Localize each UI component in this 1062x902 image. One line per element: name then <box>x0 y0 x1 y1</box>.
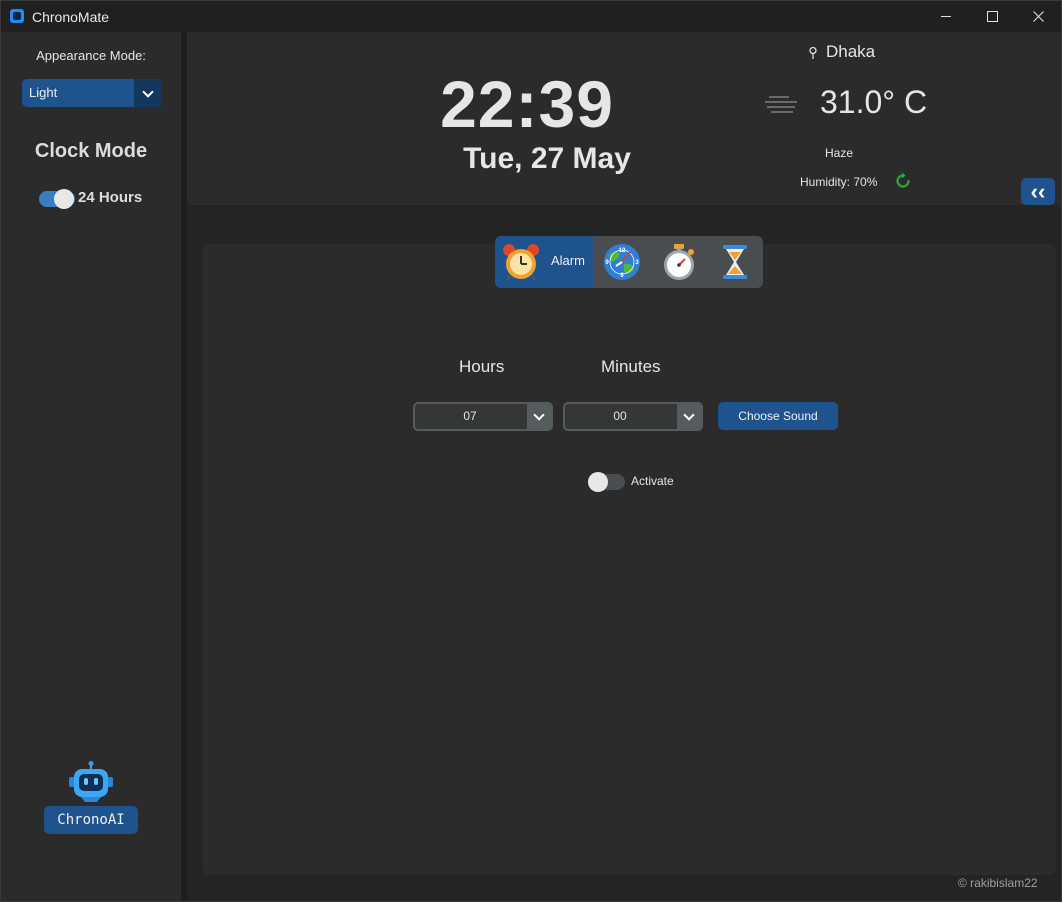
title-bar: ChronoMate <box>1 1 1061 32</box>
close-icon <box>1032 11 1044 22</box>
hours-select[interactable]: 07 <box>413 402 553 431</box>
minutes-select-value: 00 <box>613 409 627 423</box>
copyright-credit: © rakibislam22 <box>958 876 1038 890</box>
hours-label: Hours <box>459 357 505 376</box>
toggle-knob <box>588 472 608 492</box>
tab-alarm[interactable]: Alarm <box>495 236 593 288</box>
current-time: 22:39 <box>440 67 614 141</box>
alarm-panel: Alarm 12 6 9 3 Hours Minutes 07 00 Choos… <box>202 236 1056 875</box>
clock-mode-title: Clock Mode <box>34 140 148 162</box>
stopwatch-icon <box>664 244 694 280</box>
24-hours-label: 24 Hours <box>78 189 143 206</box>
clock-header: 22:39 Tue, 27 May Dhaka 31.0° C Haze Hum… <box>187 32 1061 205</box>
weather-temperature: 31.0° C <box>820 84 928 120</box>
minutes-select[interactable]: 00 <box>563 402 703 431</box>
haze-icon <box>765 96 797 113</box>
appearance-mode-dropdown[interactable]: Light <box>22 79 162 107</box>
chronoai-button[interactable]: ChronoAI <box>44 806 138 834</box>
window-title: ChronoMate <box>32 9 110 25</box>
minutes-label: Minutes <box>601 357 661 376</box>
sidebar: Appearance Mode: Light Clock Mode 24 Hou… <box>1 32 181 901</box>
weather-humidity: Humidity: 70% <box>800 175 878 189</box>
tab-timer[interactable] <box>707 236 763 288</box>
appearance-mode-label: Appearance Mode: <box>36 48 146 63</box>
activate-label: Activate <box>631 474 674 488</box>
current-date: Tue, 27 May <box>463 142 631 175</box>
chevron-down-icon[interactable] <box>134 79 162 107</box>
close-button[interactable] <box>1015 1 1061 32</box>
app-icon <box>10 9 24 23</box>
24-hours-toggle[interactable] <box>39 189 75 209</box>
tab-alarm-label: Alarm <box>551 253 585 268</box>
weather-city: Dhaka <box>826 42 876 61</box>
appearance-mode-value: Light <box>29 85 58 100</box>
mode-tabs: Alarm 12 6 9 3 <box>495 236 763 288</box>
weather-condition: Haze <box>824 146 853 160</box>
world-clock-icon: 12 6 9 3 <box>604 244 640 280</box>
refresh-icon[interactable] <box>894 172 912 190</box>
location-pin-icon <box>809 46 817 59</box>
choose-sound-button[interactable]: Choose Sound <box>718 402 838 430</box>
minimize-icon <box>941 16 951 17</box>
tab-stopwatch[interactable] <box>651 236 707 288</box>
app-window: ChronoMate Appearance Mode: Light Clock … <box>0 0 1062 902</box>
maximize-icon <box>986 11 998 22</box>
activate-alarm-toggle[interactable] <box>588 472 625 492</box>
chevron-down-icon[interactable] <box>527 404 551 429</box>
hourglass-icon <box>723 245 747 279</box>
tab-world-clock[interactable]: 12 6 9 3 <box>593 236 651 288</box>
robot-icon <box>69 761 113 802</box>
collapse-panel-button[interactable]: ‹‹ <box>1021 178 1055 205</box>
hours-select-value: 07 <box>463 409 477 423</box>
alarm-clock-icon <box>503 244 539 281</box>
svg-text:12: 12 <box>619 248 626 254</box>
minimize-button[interactable] <box>923 1 969 32</box>
maximize-button[interactable] <box>969 1 1015 32</box>
toggle-knob <box>54 189 74 209</box>
chevron-down-icon[interactable] <box>677 404 701 429</box>
